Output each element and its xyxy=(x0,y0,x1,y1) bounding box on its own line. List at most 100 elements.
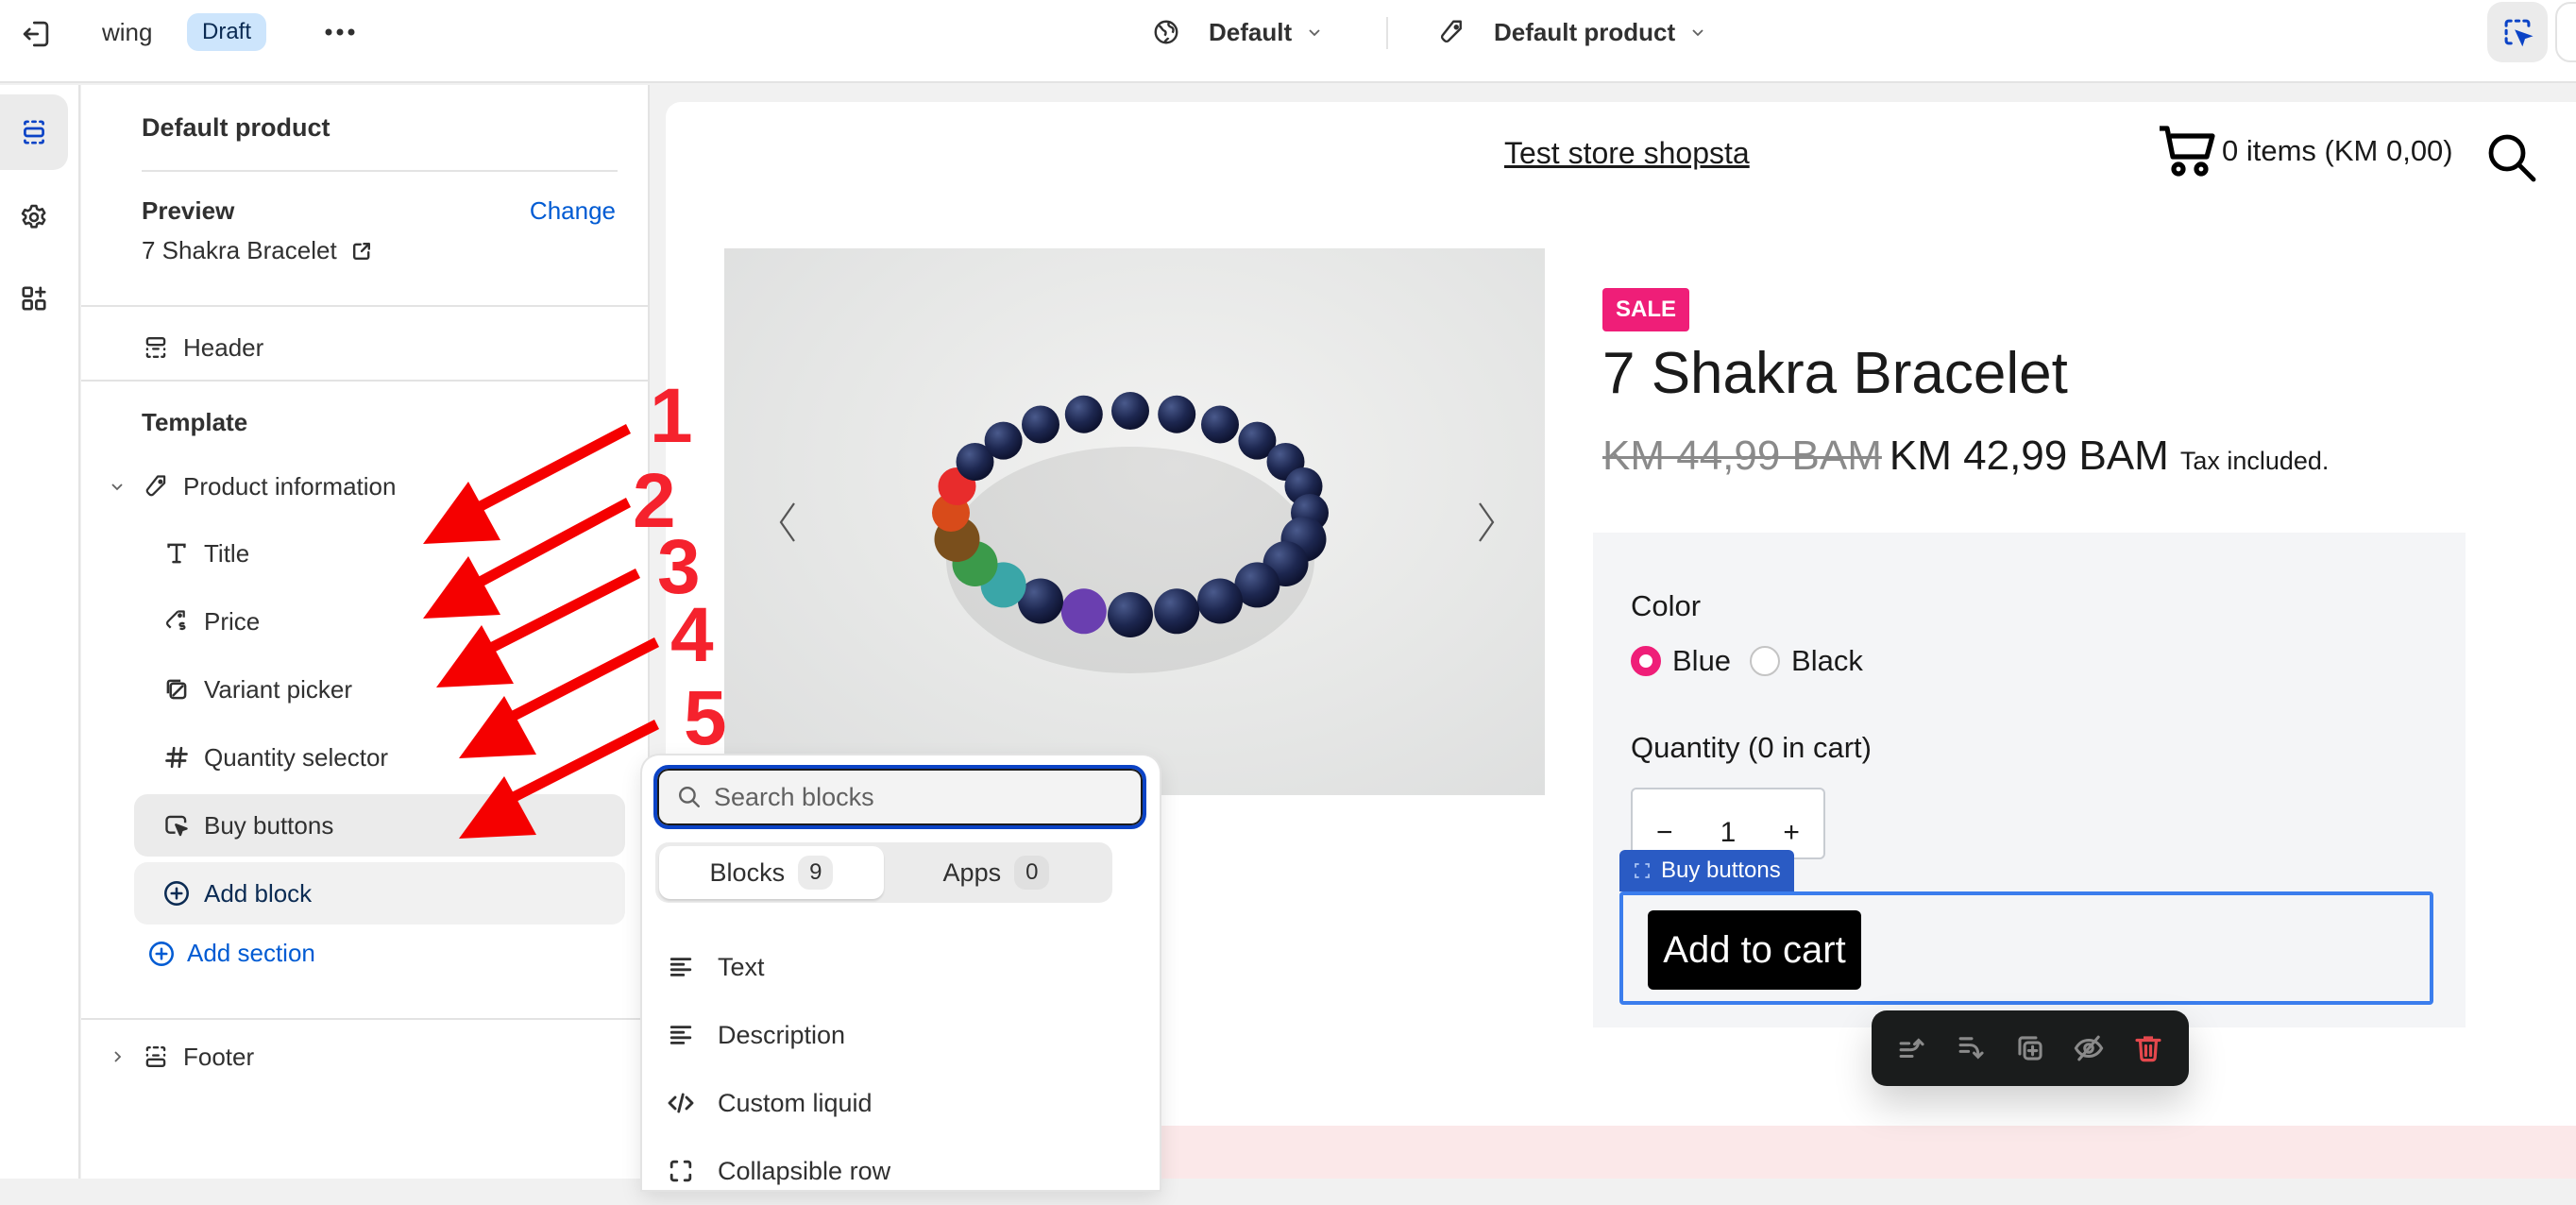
move-up-button[interactable] xyxy=(1891,1027,1933,1069)
divider xyxy=(142,170,618,172)
collapsible-icon xyxy=(667,1157,695,1185)
option-value[interactable]: Black xyxy=(1791,644,1863,678)
chevron-left-icon xyxy=(779,502,795,542)
context-selector[interactable]: Default xyxy=(1152,13,1324,51)
chevron-down-icon[interactable] xyxy=(106,477,128,496)
radio-blue[interactable] xyxy=(1631,646,1661,676)
quantity-stepper[interactable]: − 1 + xyxy=(1631,788,1825,859)
rail-sections-button[interactable] xyxy=(0,94,68,170)
block-buy-buttons[interactable]: Buy buttons xyxy=(134,794,625,857)
quantity-decrease-button[interactable]: − xyxy=(1656,817,1673,849)
preview-product-name: 7 Shakra Bracelet xyxy=(142,236,337,264)
sale-price: KM 42,99 BAM xyxy=(1889,433,2169,479)
radio-black[interactable] xyxy=(1750,646,1781,676)
product-title: 7 Shakra Bracelet xyxy=(1602,341,2068,406)
option-value[interactable]: Blue xyxy=(1672,644,1731,678)
section-label: Product information xyxy=(183,471,397,501)
footer-section-icon xyxy=(142,1043,170,1071)
status-badge: Draft xyxy=(187,13,267,51)
divider xyxy=(81,380,650,382)
device-toggle-button[interactable] xyxy=(2555,2,2576,62)
cart-summary: 0 items (KM 0,00) xyxy=(2222,134,2453,167)
image-next-button[interactable] xyxy=(1472,499,1500,546)
add-block-popover: Blocks 9 Apps 0 Text Description Custom … xyxy=(642,755,1160,1190)
search-blocks-input[interactable] xyxy=(714,782,1129,812)
exit-icon xyxy=(23,21,49,47)
more-actions-button[interactable] xyxy=(321,13,359,51)
bracelet-bead xyxy=(1154,588,1200,635)
bracelet-bead xyxy=(1108,592,1153,637)
sale-badge: SALE xyxy=(1602,288,1690,331)
annotation-number-1: 1 xyxy=(650,373,693,459)
plus-circle-icon xyxy=(162,879,191,908)
block-quantity-selector[interactable]: Quantity selector xyxy=(134,726,625,789)
inspector-toggle-button[interactable] xyxy=(2487,2,2548,62)
cart-link[interactable]: 0 items (KM 0,00) xyxy=(2158,125,2453,178)
block-title[interactable]: Title xyxy=(134,522,625,585)
chevron-right-icon xyxy=(1479,502,1495,542)
quantity-increase-button[interactable]: + xyxy=(1783,817,1800,849)
tab-label: Blocks xyxy=(709,857,786,887)
block-option-custom-liquid[interactable]: Custom liquid xyxy=(667,1069,1139,1137)
block-actions-toolbar xyxy=(1872,1010,2189,1086)
exit-button[interactable] xyxy=(17,15,55,53)
tab-count: 9 xyxy=(798,856,834,890)
section-label: Header xyxy=(183,332,264,362)
variant-icon xyxy=(162,675,191,704)
duplicate-button[interactable] xyxy=(2009,1027,2051,1069)
tab-apps[interactable]: Apps 0 xyxy=(884,846,1109,899)
text-lines-icon xyxy=(667,953,695,981)
chevron-right-icon[interactable] xyxy=(106,1047,128,1066)
product-form: Color Blue Black Quantity (0 in cart) − … xyxy=(1593,533,2466,1027)
annotation-number-4: 4 xyxy=(670,592,714,678)
bracelet-bead xyxy=(984,421,1023,460)
apps-add-icon xyxy=(22,286,46,311)
delete-button[interactable] xyxy=(2127,1027,2169,1069)
section-header[interactable]: Header xyxy=(142,316,633,379)
tab-blocks[interactable]: Blocks 9 xyxy=(659,846,884,899)
store-name-link[interactable]: Test store shopsta xyxy=(1504,136,1750,171)
rail-settings-button[interactable] xyxy=(0,179,68,255)
move-down-icon xyxy=(1958,1037,1984,1060)
selected-block-tag-label: Buy buttons xyxy=(1661,857,1781,883)
plus-circle-icon xyxy=(149,941,174,966)
duplicate-icon xyxy=(2018,1036,2042,1061)
search-icon xyxy=(2488,134,2536,182)
change-preview-link[interactable]: Change xyxy=(530,196,616,226)
add-section-button[interactable]: Add section xyxy=(147,939,315,968)
sidebar-title: Default product xyxy=(142,113,330,142)
add-block-button[interactable]: Add block xyxy=(134,862,625,925)
section-footer[interactable]: Footer xyxy=(106,1026,597,1088)
search-blocks-field[interactable] xyxy=(653,765,1146,829)
block-option-collapsible-row[interactable]: Collapsible row xyxy=(667,1137,1139,1205)
price-tag-icon xyxy=(162,607,191,636)
annotation-number-5: 5 xyxy=(684,675,727,761)
rail-apps-button[interactable] xyxy=(0,261,68,336)
preview-product[interactable]: 7 Shakra Bracelet xyxy=(142,236,373,265)
block-option-description[interactable]: Description xyxy=(667,1001,1139,1069)
store-search-button[interactable] xyxy=(2486,132,2537,183)
editor-top-bar: wing Draft Default Default product xyxy=(0,0,2576,83)
block-variant-picker[interactable]: Variant picker xyxy=(134,658,625,721)
quantity-value[interactable]: 1 xyxy=(1720,817,1737,849)
block-price[interactable]: Price xyxy=(134,590,625,653)
template-selector[interactable]: Default product xyxy=(1437,13,1707,51)
selected-block-outline[interactable]: Add to cart xyxy=(1619,891,2433,1005)
product-image[interactable] xyxy=(724,248,1545,795)
section-product-information[interactable]: Product information xyxy=(106,455,597,518)
block-option-text[interactable]: Text xyxy=(667,933,1139,1001)
bracelet-bead xyxy=(1022,405,1059,444)
sections-sidebar: Default product Preview Change 7 Shakra … xyxy=(81,85,650,1179)
move-up-icon xyxy=(1899,1038,1924,1059)
add-to-cart-button[interactable]: Add to cart xyxy=(1648,910,1861,990)
external-link-icon[interactable] xyxy=(350,240,373,263)
block-label: Buy buttons xyxy=(204,810,334,840)
cart-icon xyxy=(2160,126,2215,177)
move-down-button[interactable] xyxy=(1951,1027,1992,1069)
text-title-icon xyxy=(162,539,191,568)
hide-button[interactable] xyxy=(2068,1027,2110,1069)
header-section-icon xyxy=(142,333,170,362)
tab-label: Apps xyxy=(942,857,1002,887)
image-prev-button[interactable] xyxy=(773,499,802,546)
template-label: Template xyxy=(142,408,248,436)
